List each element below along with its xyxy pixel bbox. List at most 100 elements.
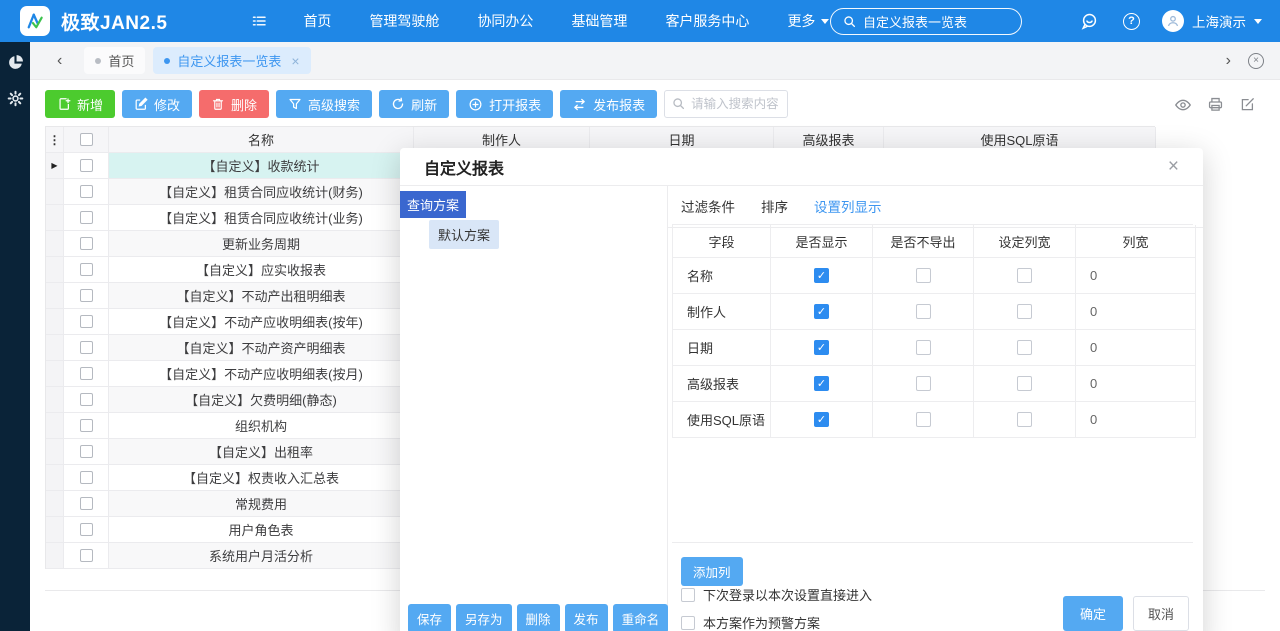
no-export-checkbox[interactable] [916, 268, 931, 283]
query-plan-panel: 查询方案 默认方案 保存另存为删除发布重命名 [400, 186, 668, 631]
tabbar-right-controls: › × [1226, 53, 1264, 69]
message-icon[interactable] [1080, 12, 1099, 31]
plan-action-button[interactable]: 发布 [565, 604, 608, 631]
row-checkbox[interactable] [80, 497, 93, 510]
help-icon[interactable]: ? [1123, 13, 1140, 30]
nav-menu-item[interactable]: 首页 [303, 11, 331, 31]
refresh-button[interactable]: 刷新 [379, 90, 449, 118]
advanced-search-button[interactable]: 高级搜索 [276, 90, 372, 118]
row-checkbox[interactable] [80, 341, 93, 354]
option-login-checkbox[interactable] [681, 588, 695, 602]
reports-pie-chart-icon[interactable] [7, 54, 24, 71]
row-checkbox[interactable] [80, 185, 93, 198]
select-all-checkbox[interactable] [80, 133, 93, 146]
publish-report-label: 发布报表 [593, 95, 645, 114]
row-marker-cell [46, 205, 64, 231]
row-marker-cell [46, 179, 64, 205]
tabs-scroll-right-icon[interactable]: › [1226, 53, 1231, 69]
delete-button[interactable]: 删除 [199, 90, 269, 118]
show-checkbox[interactable]: ✓ [814, 304, 829, 319]
compose-icon[interactable] [1239, 96, 1256, 114]
dialog-tab[interactable]: 排序 [761, 196, 788, 216]
plan-action-button[interactable]: 另存为 [456, 604, 512, 631]
set-width-checkbox[interactable] [1017, 376, 1032, 391]
set-width-checkbox[interactable] [1017, 268, 1032, 283]
add-button[interactable]: 新增 [45, 90, 115, 118]
grid-cell-show: ✓ [771, 402, 873, 438]
avatar [1162, 10, 1184, 32]
row-checkbox[interactable] [80, 315, 93, 328]
tabs-scroll-left-icon[interactable]: ‹ [57, 53, 62, 69]
plan-action-button[interactable]: 重命名 [613, 604, 669, 631]
option-warning-plan[interactable]: 本方案作为预警方案 [681, 613, 820, 631]
nav-menu-item[interactable]: 基础管理 [571, 11, 627, 31]
nav-menu-item[interactable]: 协同办公 [477, 11, 533, 31]
confirm-button[interactable]: 确定 [1063, 596, 1123, 631]
row-checkbox-cell [64, 491, 109, 517]
set-width-checkbox[interactable] [1017, 412, 1032, 427]
grid-column-header: 字段 [673, 225, 771, 258]
nav-more[interactable]: 更多 [787, 11, 829, 31]
eye-icon[interactable] [1174, 96, 1192, 114]
dialog-tab[interactable]: 设置列显示 [814, 196, 882, 216]
tab-home[interactable]: 首页 [84, 47, 145, 74]
option-login-direct[interactable]: 下次登录以本次设置直接进入 [681, 585, 872, 604]
modify-button[interactable]: 修改 [122, 90, 192, 118]
tree-node-query-plan[interactable]: 查询方案 [400, 191, 466, 218]
option-warning-checkbox[interactable] [681, 616, 695, 630]
row-checkbox[interactable] [80, 419, 93, 432]
publish-report-button[interactable]: 发布报表 [560, 90, 657, 118]
show-checkbox[interactable]: ✓ [814, 376, 829, 391]
row-checkbox[interactable] [80, 367, 93, 380]
tab-close-icon[interactable]: × [291, 53, 299, 69]
logo-icon [25, 11, 45, 31]
global-search[interactable]: 自定义报表一览表 [830, 8, 1022, 35]
open-report-button[interactable]: 打开报表 [456, 90, 553, 118]
row-checkbox[interactable] [80, 159, 93, 172]
row-checkbox[interactable] [80, 549, 93, 562]
user-menu[interactable]: 上海演示 [1162, 10, 1262, 32]
menu-toggle-icon[interactable] [251, 13, 267, 29]
cancel-button[interactable]: 取消 [1133, 596, 1189, 631]
add-column-button[interactable]: 添加列 [681, 557, 743, 586]
row-checkbox-cell [64, 179, 109, 205]
show-checkbox[interactable]: ✓ [814, 268, 829, 283]
row-checkbox[interactable] [80, 445, 93, 458]
plan-action-button[interactable]: 删除 [517, 604, 560, 631]
grid-cell-field: 名称 [673, 258, 771, 294]
no-export-checkbox[interactable] [916, 376, 931, 391]
dialog-close-icon[interactable]: × [1168, 157, 1179, 176]
no-export-checkbox[interactable] [916, 304, 931, 319]
row-checkbox[interactable] [80, 523, 93, 536]
row-checkbox[interactable] [80, 263, 93, 276]
tree-node-default-plan[interactable]: 默认方案 [429, 220, 499, 249]
no-export-checkbox[interactable] [916, 340, 931, 355]
row-checkbox[interactable] [80, 211, 93, 224]
row-checkbox[interactable] [80, 471, 93, 484]
row-checkbox-cell [64, 257, 109, 283]
settings-gear-icon[interactable] [7, 90, 24, 107]
row-menu-dots-icon[interactable]: ⋮ [46, 127, 64, 153]
nav-menu-item[interactable]: 客户服务中心 [665, 11, 749, 31]
row-checkbox[interactable] [80, 289, 93, 302]
tab-report-list[interactable]: 自定义报表一览表 × [153, 47, 310, 74]
dialog-tab[interactable]: 过滤条件 [681, 196, 735, 216]
close-all-tabs-icon[interactable]: × [1248, 53, 1264, 69]
app-logo[interactable] [20, 6, 50, 36]
show-checkbox[interactable]: ✓ [814, 340, 829, 355]
show-checkbox[interactable]: ✓ [814, 412, 829, 427]
grid-row: 名称 ✓ 0 [673, 258, 1193, 294]
cell-report-name: 【自定义】收款统计 [109, 153, 414, 179]
cell-report-name: 常规费用 [109, 491, 414, 517]
print-icon[interactable] [1207, 96, 1224, 114]
set-width-checkbox[interactable] [1017, 304, 1032, 319]
grid-column-header: 设定列宽 [974, 225, 1076, 258]
column-header-name[interactable]: 名称 [109, 127, 414, 153]
set-width-checkbox[interactable] [1017, 340, 1032, 355]
plan-action-button[interactable]: 保存 [408, 604, 451, 631]
row-checkbox[interactable] [80, 393, 93, 406]
no-export-checkbox[interactable] [916, 412, 931, 427]
cell-report-name: 【自定义】应实收报表 [109, 257, 414, 283]
nav-menu-item[interactable]: 管理驾驶舱 [369, 11, 439, 31]
row-checkbox[interactable] [80, 237, 93, 250]
